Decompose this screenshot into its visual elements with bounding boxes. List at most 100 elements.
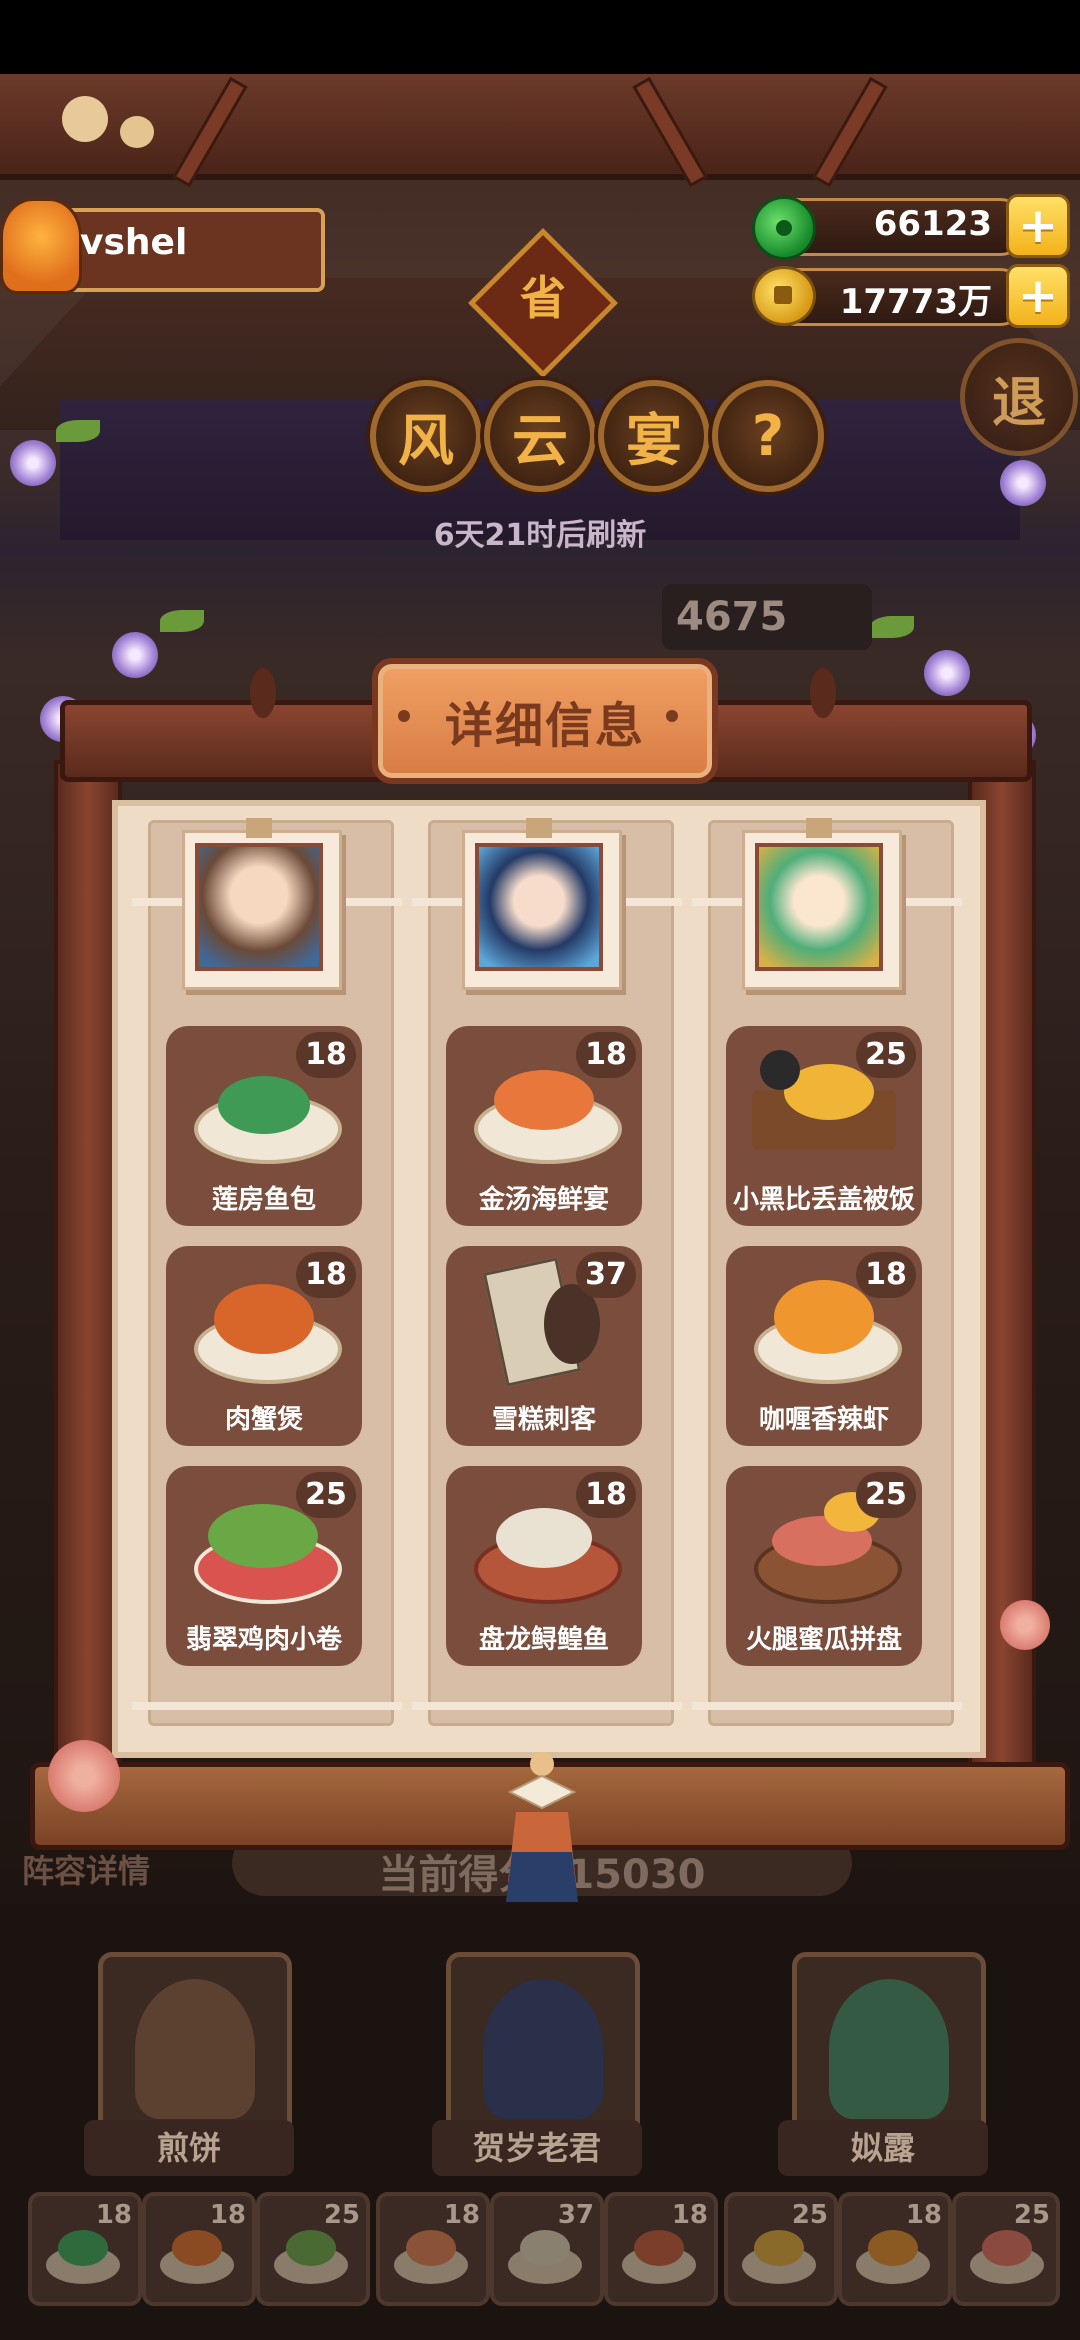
mini-dish-level: 37 (557, 2200, 594, 2230)
coin-icon (752, 266, 816, 326)
background-score: 4675 (662, 584, 872, 650)
flower-decoration (924, 650, 970, 696)
jade-amount: 66123 (873, 204, 992, 244)
team-portrait (135, 1979, 255, 2119)
exit-label: 退 (992, 370, 1046, 434)
mini-dish-level: 25 (791, 2200, 828, 2230)
dish-level: 25 (296, 1472, 356, 1518)
dish-level: 18 (296, 1032, 356, 1078)
dish-name: 金汤海鲜宴 (478, 1185, 609, 1215)
title-char: 宴 (626, 408, 682, 474)
mini-dish-slot[interactable]: 18 (376, 2192, 490, 2306)
add-jade-button[interactable]: + (1006, 194, 1070, 258)
title-medallion-yan: 宴 (598, 380, 710, 492)
detail-title: 详细信息 (444, 698, 645, 754)
dish-level: 37 (576, 1252, 636, 1298)
column-rail (412, 1702, 682, 1710)
dish-name: 盘龙鲟鳇鱼 (478, 1625, 609, 1655)
province-sign-text: 省 (520, 271, 566, 325)
dish-name: 雪糕刺客 (491, 1405, 596, 1435)
team-member-card[interactable] (446, 1952, 640, 2132)
refresh-timer: 6天21时后刷新 (433, 518, 647, 553)
team-portrait (483, 1979, 603, 2119)
help-button[interactable]: ? (712, 380, 824, 492)
dish-level: 18 (576, 1032, 636, 1078)
dish-card[interactable]: 18 金汤海鲜宴 (446, 1026, 642, 1226)
hanging-knot (810, 668, 836, 718)
paper-clip (246, 818, 272, 838)
leaf-decoration (160, 610, 204, 632)
chick-decoration (62, 96, 108, 142)
plus-icon: + (1017, 198, 1059, 254)
character-portrait-card[interactable] (462, 830, 622, 990)
ceiling-beam (0, 74, 1080, 180)
mini-dish-slot[interactable]: 18 (142, 2192, 256, 2306)
status-bar (0, 0, 1080, 74)
dish-card[interactable]: 25 小黑比丢盖被饭 (726, 1026, 922, 1226)
mini-dish-slot[interactable]: 37 (490, 2192, 604, 2306)
jade-icon (752, 196, 816, 260)
help-icon: ? (751, 403, 785, 469)
flower-decoration (112, 632, 158, 678)
paper-clip (806, 818, 832, 838)
mini-dish-slot[interactable]: 25 (256, 2192, 370, 2306)
dish-card[interactable]: 18 咖喱香辣虾 (726, 1246, 922, 1446)
dish-card[interactable]: 18 莲房鱼包 (166, 1026, 362, 1226)
character-portrait-silu (755, 843, 883, 971)
character-portrait-card[interactable] (182, 830, 342, 990)
dish-level: 25 (856, 1472, 916, 1518)
dish-level: 18 (856, 1252, 916, 1298)
character-portrait-jianbing (195, 843, 323, 971)
exit-button[interactable]: 退 (960, 338, 1078, 456)
mini-dish-level: 18 (95, 2200, 132, 2230)
player-avatar[interactable] (0, 198, 82, 294)
dish-card[interactable]: 25 翡翠鸡肉小卷 (166, 1466, 362, 1666)
mini-dish-level: 18 (209, 2200, 246, 2230)
mini-dish-slot[interactable]: 25 (724, 2192, 838, 2306)
leaf-decoration (870, 616, 914, 638)
character-portrait-hesui-laojun (475, 843, 603, 971)
mini-dish-level: 18 (905, 2200, 942, 2230)
title-medallion-feng: 风 (370, 380, 482, 492)
title-medallion-yun: 云 (484, 380, 596, 492)
add-coins-button[interactable]: + (1006, 264, 1070, 328)
mini-dish-slot[interactable]: 18 (604, 2192, 718, 2306)
flower-decoration (1000, 460, 1046, 506)
dish-level: 18 (576, 1472, 636, 1518)
blossom-decoration (1000, 1600, 1050, 1650)
dish-name: 翡翠鸡肉小卷 (185, 1625, 342, 1655)
mini-dish-slot[interactable]: 18 (28, 2192, 142, 2306)
dish-card[interactable]: 37 雪糕刺客 (446, 1246, 642, 1446)
team-member-card[interactable] (792, 1952, 986, 2132)
dish-name: 小黑比丢盖被饭 (732, 1185, 915, 1215)
team-member-name: 煎饼 (84, 2120, 294, 2176)
mini-dish-slot[interactable]: 18 (838, 2192, 952, 2306)
blossom-decoration (48, 1740, 120, 1812)
dish-card[interactable]: 25 火腿蜜瓜拼盘 (726, 1466, 922, 1666)
hanging-knot (250, 668, 276, 718)
dish-name: 莲房鱼包 (211, 1185, 316, 1215)
dish-card[interactable]: 18 肉蟹煲 (166, 1246, 362, 1446)
team-member-card[interactable] (98, 1952, 292, 2132)
mini-dish-level: 25 (323, 2200, 360, 2230)
dish-level: 18 (296, 1252, 356, 1298)
mini-dish-slot[interactable]: 25 (952, 2192, 1060, 2306)
leaf-decoration (56, 420, 100, 442)
mini-dish-level: 18 (671, 2200, 708, 2230)
column-rail (692, 1702, 962, 1710)
title-char: 风 (398, 408, 454, 474)
flower-decoration (10, 440, 56, 486)
player-name: vshel (80, 222, 188, 263)
dish-level: 25 (856, 1032, 916, 1078)
team-member-name: 贺岁老君 (432, 2120, 642, 2176)
plus-icon: + (1017, 268, 1059, 324)
dish-card[interactable]: 18 盘龙鲟鳇鱼 (446, 1466, 642, 1666)
mini-dish-level: 25 (1013, 2200, 1050, 2230)
team-portrait (829, 1979, 949, 2119)
dish-name: 咖喱香辣虾 (758, 1405, 889, 1435)
column-rail (132, 1702, 402, 1710)
mini-dish-level: 18 (443, 2200, 480, 2230)
team-member-name: 姒露 (778, 2120, 988, 2176)
paper-clip (526, 818, 552, 838)
character-portrait-card[interactable] (742, 830, 902, 990)
